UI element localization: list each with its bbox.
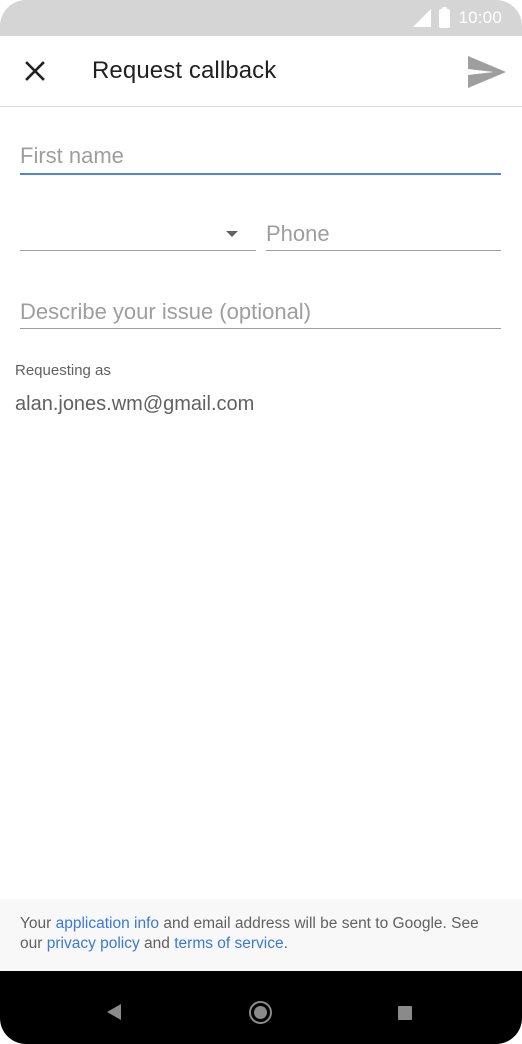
recents-icon[interactable] [398, 1006, 412, 1020]
close-button[interactable] [14, 50, 56, 92]
account-email: alan.jones.wm@gmail.com [15, 393, 255, 415]
status-bar: 10:00 [0, 0, 522, 36]
issue-field[interactable] [20, 296, 501, 329]
send-button[interactable] [464, 50, 510, 94]
footer-text: Your [20, 915, 56, 932]
page-title: Request callback [92, 57, 277, 84]
signal-icon [413, 9, 432, 27]
privacy-footer: Your application info and email address … [0, 899, 522, 971]
navigation-bar [0, 971, 522, 1044]
app-bar: Request callback [0, 36, 522, 107]
issue-input[interactable] [20, 296, 501, 328]
phone-underline [266, 250, 501, 251]
country-code-underline [20, 250, 256, 251]
footer-text: and [139, 935, 175, 952]
footer-text: . [283, 935, 288, 952]
phone-field[interactable] [266, 218, 501, 251]
battery-icon [439, 6, 451, 28]
first-name-underline [20, 173, 501, 175]
phone-screen: 10:00 Request callback Request [0, 0, 522, 1044]
issue-underline [20, 328, 501, 329]
send-icon [468, 56, 506, 88]
back-icon[interactable] [107, 1004, 121, 1020]
first-name-input[interactable] [20, 140, 501, 172]
close-icon [25, 61, 45, 81]
terms-of-service-link[interactable]: terms of service [174, 935, 283, 952]
home-icon[interactable] [249, 1001, 272, 1024]
phone-input[interactable] [266, 218, 501, 250]
application-info-link[interactable]: application info [56, 915, 159, 932]
requesting-as-label: Requesting as [15, 362, 111, 379]
first-name-field[interactable] [20, 140, 501, 175]
status-time: 10:00 [458, 8, 502, 27]
status-icons: 10:00 [413, 0, 502, 36]
dropdown-arrow-icon [226, 231, 238, 237]
country-code-select[interactable] [20, 218, 256, 251]
privacy-policy-link[interactable]: privacy policy [47, 935, 140, 952]
